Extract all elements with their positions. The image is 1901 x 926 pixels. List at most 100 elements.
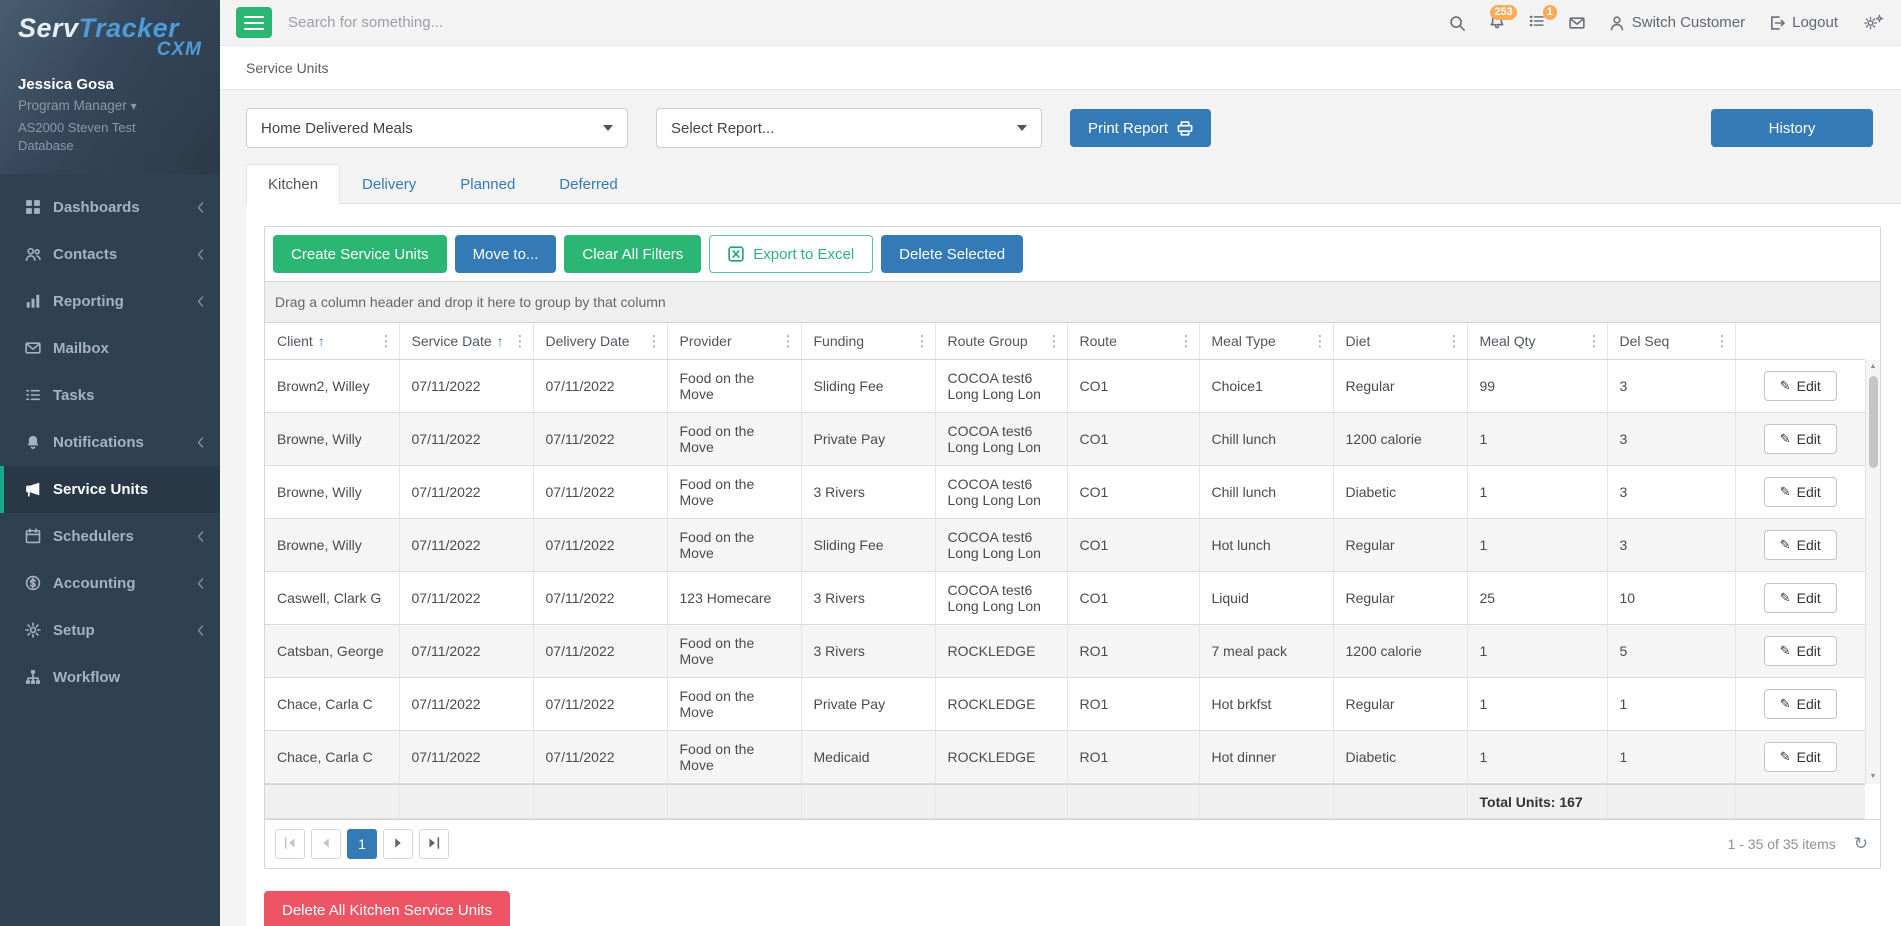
column-header-meal-type[interactable]: Meal Type⋮ <box>1199 323 1333 360</box>
pager-page-1-button[interactable]: 1 <box>347 829 377 859</box>
move-to-button[interactable]: Move to... <box>455 235 557 273</box>
search-icon[interactable] <box>1449 15 1465 31</box>
edit-button[interactable]: ✎Edit <box>1764 742 1837 772</box>
cell-actions: ✎Edit <box>1735 360 1865 413</box>
report-dropdown[interactable]: Select Report... <box>656 108 1042 148</box>
table-row[interactable]: Caswell, Clark G 07/11/2022 07/11/2022 1… <box>265 572 1865 625</box>
create-service-units-button[interactable]: Create Service Units <box>273 235 447 273</box>
switch-customer-button[interactable]: Switch Customer <box>1609 14 1745 31</box>
column-menu-icon[interactable]: ⋮ <box>379 332 394 350</box>
column-header-provider[interactable]: Provider⋮ <box>667 323 801 360</box>
column-header-diet[interactable]: Diet ⋮ <box>1333 323 1467 360</box>
edit-button[interactable]: ✎Edit <box>1764 477 1837 507</box>
pager-last-button[interactable] <box>419 829 449 859</box>
edit-button[interactable]: ✎Edit <box>1764 636 1837 666</box>
column-menu-icon[interactable]: ⋮ <box>1179 332 1194 350</box>
column-menu-icon[interactable]: ⋮ <box>1313 332 1328 350</box>
edit-button[interactable]: ✎Edit <box>1764 689 1837 719</box>
settings-gears-icon[interactable] <box>1862 14 1885 31</box>
sidebar-item-schedulers[interactable]: Schedulers <box>0 513 220 560</box>
sidebar-item-tasks[interactable]: Tasks <box>0 372 220 419</box>
sidebar-item-accounting[interactable]: Accounting <box>0 560 220 607</box>
sidebar-item-label: Mailbox <box>53 340 204 357</box>
cell-del-seq: 1 <box>1607 678 1735 731</box>
column-menu-icon[interactable]: ⋮ <box>647 332 662 350</box>
tasks-list-icon[interactable]: 1 <box>1529 13 1545 33</box>
messages-envelope-icon[interactable] <box>1569 15 1585 31</box>
cell-provider: Food on the Move <box>667 519 801 572</box>
sidebar-item-contacts[interactable]: Contacts <box>0 231 220 278</box>
cell-diet: 1200 calorie <box>1333 625 1467 678</box>
print-report-button[interactable]: Print Report <box>1070 109 1211 147</box>
sidebar-item-workflow[interactable]: Workflow <box>0 654 220 701</box>
table-row[interactable]: Brown2, Willey 07/11/2022 07/11/2022 Foo… <box>265 360 1865 413</box>
cell-meal-type: Chill lunch <box>1199 413 1333 466</box>
edit-button[interactable]: ✎Edit <box>1764 371 1837 401</box>
column-menu-icon[interactable]: ⋮ <box>781 332 796 350</box>
sidebar-item-setup[interactable]: Setup <box>0 607 220 654</box>
export-to-excel-button[interactable]: Export to Excel <box>709 235 873 273</box>
history-button[interactable]: History <box>1711 109 1873 147</box>
sidebar-item-service-units[interactable]: Service Units <box>0 466 220 513</box>
chevron-left-icon <box>197 296 204 307</box>
edit-button[interactable]: ✎Edit <box>1764 583 1837 613</box>
group-by-drop-zone[interactable]: Drag a column header and drop it here to… <box>265 282 1880 323</box>
table-row[interactable]: Browne, Willy 07/11/2022 07/11/2022 Food… <box>265 413 1865 466</box>
sidebar-item-reporting[interactable]: Reporting <box>0 278 220 325</box>
vertical-scrollbar[interactable]: ▲ ▼ <box>1865 360 1880 784</box>
refresh-icon[interactable]: ↻ <box>1854 834 1868 854</box>
cell-actions: ✎Edit <box>1735 519 1865 572</box>
sidebar-item-mailbox[interactable]: Mailbox <box>0 325 220 372</box>
cell-delivery-date: 07/11/2022 <box>533 731 667 784</box>
program-dropdown[interactable]: Home Delivered Meals <box>246 108 628 148</box>
delete-selected-button[interactable]: Delete Selected <box>881 235 1023 273</box>
table-row[interactable]: Browne, Willy 07/11/2022 07/11/2022 Food… <box>265 519 1865 572</box>
tab-kitchen[interactable]: Kitchen <box>246 164 340 204</box>
clear-all-filters-button[interactable]: Clear All Filters <box>564 235 701 273</box>
table-row[interactable]: Chace, Carla C 07/11/2022 07/11/2022 Foo… <box>265 731 1865 784</box>
tab-deferred[interactable]: Deferred <box>537 164 639 204</box>
notifications-bell-icon[interactable]: 253 <box>1489 13 1505 33</box>
scroll-up-icon[interactable]: ▲ <box>1866 360 1880 374</box>
edit-button[interactable]: ✎Edit <box>1764 530 1837 560</box>
last-page-icon <box>426 835 442 854</box>
tab-label: Deferred <box>559 176 617 193</box>
pencil-icon: ✎ <box>1780 696 1791 712</box>
column-header-client[interactable]: Client↑⋮ <box>265 323 399 360</box>
scrollbar-thumb[interactable] <box>1869 376 1878 468</box>
delete-all-kitchen-service-units-button[interactable]: Delete All Kitchen Service Units <box>264 891 510 926</box>
column-menu-icon[interactable]: ⋮ <box>1715 332 1730 350</box>
table-row[interactable]: Catsban, George 07/11/2022 07/11/2022 Fo… <box>265 625 1865 678</box>
pager-next-button[interactable] <box>383 829 413 859</box>
table-row[interactable]: Browne, Willy 07/11/2022 07/11/2022 Food… <box>265 466 1865 519</box>
column-menu-icon[interactable]: ⋮ <box>915 332 930 350</box>
cell-client: Browne, Willy <box>265 466 399 519</box>
logout-button[interactable]: Logout <box>1769 14 1838 31</box>
pager-prev-button[interactable] <box>311 829 341 859</box>
column-header-delivery-date[interactable]: Delivery Date⋮ <box>533 323 667 360</box>
menu-toggle-button[interactable] <box>236 7 272 38</box>
edit-button[interactable]: ✎Edit <box>1764 424 1837 454</box>
pager-first-button[interactable] <box>275 829 305 859</box>
column-header-route[interactable]: Route⋮ <box>1067 323 1199 360</box>
sidebar-item-notifications[interactable]: Notifications <box>0 419 220 466</box>
sidebar-item-dashboards[interactable]: Dashboards <box>0 184 220 231</box>
column-header-service-date[interactable]: Service Date↑⋮ <box>399 323 533 360</box>
column-menu-icon[interactable]: ⋮ <box>513 332 528 350</box>
column-header-meal-qty[interactable]: Meal Qty⋮ <box>1467 323 1607 360</box>
scroll-down-icon[interactable]: ▼ <box>1866 770 1880 784</box>
tab-delivery[interactable]: Delivery <box>340 164 438 204</box>
column-title: Diet <box>1346 333 1371 349</box>
column-header-funding[interactable]: Funding⋮ <box>801 323 935 360</box>
column-header-del-seq[interactable]: Del Seq⋮ <box>1607 323 1735 360</box>
user-role-dropdown[interactable]: Program Manager ▾ <box>18 98 202 113</box>
cell-funding: Medicaid <box>801 731 935 784</box>
column-menu-icon[interactable]: ⋮ <box>1587 332 1602 350</box>
column-menu-icon[interactable]: ⋮ <box>1047 332 1062 350</box>
column-header-route-group[interactable]: Route Group⋮ <box>935 323 1067 360</box>
column-menu-icon[interactable]: ⋮ <box>1447 332 1462 350</box>
search-input[interactable] <box>288 14 718 31</box>
cell-actions: ✎Edit <box>1735 413 1865 466</box>
tab-planned[interactable]: Planned <box>438 164 537 204</box>
table-row[interactable]: Chace, Carla C 07/11/2022 07/11/2022 Foo… <box>265 678 1865 731</box>
